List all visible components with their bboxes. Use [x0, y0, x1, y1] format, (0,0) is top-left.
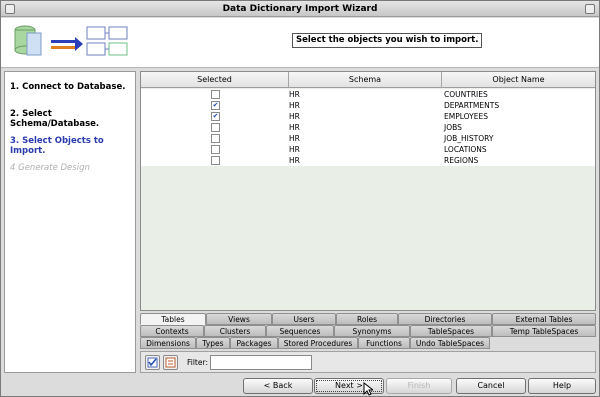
- mouse-cursor-icon: [363, 382, 373, 396]
- steps-panel: 1. Connect to Database. 2. Select Schema…: [4, 71, 136, 373]
- row-object-name: JOBS: [444, 123, 462, 132]
- row-object-name: REGIONS: [444, 156, 479, 165]
- title-bar: Data Dictionary Import Wizard: [1, 1, 599, 17]
- wizard-window: Data Dictionary Import Wizard Select the…: [0, 0, 600, 397]
- row-checkbox[interactable]: [211, 145, 220, 154]
- row-checkbox[interactable]: [211, 90, 220, 99]
- column-header-schema[interactable]: Schema: [289, 72, 442, 88]
- next-button[interactable]: Next >: [314, 378, 384, 394]
- tab-users[interactable]: Users: [272, 313, 336, 325]
- row-schema: HR: [289, 123, 300, 132]
- cancel-button[interactable]: Cancel: [456, 378, 526, 394]
- row-schema: HR: [289, 112, 300, 121]
- row-schema: HR: [289, 90, 300, 99]
- row-checkbox[interactable]: [211, 134, 220, 143]
- tab-packages[interactable]: Packages: [230, 337, 278, 349]
- tab-directories[interactable]: Directories: [398, 313, 492, 325]
- tab-views[interactable]: Views: [206, 313, 272, 325]
- filter-label: Filter:: [187, 358, 208, 367]
- table-row[interactable]: HR JOBS: [141, 122, 595, 133]
- database-to-table-import-icon: [14, 25, 128, 56]
- tab-tablespaces[interactable]: TableSpaces: [410, 325, 492, 337]
- table-header: Selected Schema Object Name: [141, 72, 595, 88]
- column-header-object-name[interactable]: Object Name: [442, 72, 595, 88]
- table-row[interactable]: HR COUNTRIES: [141, 89, 595, 100]
- row-object-name: LOCATIONS: [444, 145, 487, 154]
- tab-clusters[interactable]: Clusters: [204, 325, 266, 337]
- help-button[interactable]: Help: [528, 378, 596, 394]
- step-select-objects: 3. Select Objects to Import.: [10, 136, 104, 156]
- tab-functions[interactable]: Functions: [358, 337, 410, 349]
- table-row[interactable]: HR JOB_HISTORY: [141, 133, 595, 144]
- table-row[interactable]: HR REGIONS: [141, 155, 595, 166]
- back-button[interactable]: < Back: [243, 378, 313, 394]
- row-object-name: COUNTRIES: [444, 90, 488, 99]
- tab-external-tables[interactable]: External Tables: [492, 313, 596, 325]
- filter-input[interactable]: [210, 355, 312, 370]
- tab-types[interactable]: Types: [196, 337, 230, 349]
- row-checkbox[interactable]: ✔: [211, 101, 220, 110]
- window-menu-icon[interactable]: [5, 4, 15, 14]
- instruction-label: Select the objects you wish to import.: [292, 33, 483, 48]
- table-row[interactable]: HR LOCATIONS: [141, 144, 595, 155]
- tab-dimensions[interactable]: Dimensions: [140, 337, 196, 349]
- select-all-button[interactable]: [145, 355, 160, 370]
- tab-roles[interactable]: Roles: [336, 313, 398, 325]
- row-checkbox[interactable]: ✔: [211, 112, 220, 121]
- objects-table: Selected Schema Object Name HR COUNTRIES…: [140, 71, 596, 311]
- wizard-header: Select the objects you wish to import.: [1, 18, 599, 68]
- tab-stored-procedures[interactable]: Stored Procedures: [278, 337, 358, 349]
- tab-undo-tablespaces[interactable]: Undo TableSpaces: [410, 337, 490, 349]
- row-schema: HR: [289, 134, 300, 143]
- row-schema: HR: [289, 156, 300, 165]
- table-row[interactable]: ✔ HR DEPARTMENTS: [141, 100, 595, 111]
- select-none-icon: [165, 357, 176, 368]
- table-row[interactable]: ✔ HR EMPLOYEES: [141, 111, 595, 122]
- step-connect: 1. Connect to Database.: [10, 82, 126, 92]
- tab-synonyms[interactable]: Synonyms: [334, 325, 410, 337]
- row-schema: HR: [289, 145, 300, 154]
- tab-sequences[interactable]: Sequences: [266, 325, 334, 337]
- close-icon[interactable]: [585, 4, 595, 14]
- finish-button: Finish: [386, 378, 452, 394]
- select-none-button[interactable]: [163, 355, 178, 370]
- tab-tables[interactable]: Tables: [140, 313, 206, 325]
- row-schema: HR: [289, 101, 300, 110]
- row-checkbox[interactable]: [211, 156, 220, 165]
- row-object-name: JOB_HISTORY: [444, 134, 494, 143]
- row-object-name: DEPARTMENTS: [444, 101, 500, 110]
- step-generate-design: 4 Generate Design: [10, 163, 90, 173]
- select-all-icon: [147, 357, 158, 368]
- row-checkbox[interactable]: [211, 123, 220, 132]
- row-object-name: EMPLOYEES: [444, 112, 488, 121]
- column-header-selected[interactable]: Selected: [141, 72, 289, 88]
- tab-temp-tablespaces[interactable]: Temp TableSpaces: [492, 325, 596, 337]
- step-select-schema: 2. Select Schema/Database.: [10, 109, 100, 129]
- window-title: Data Dictionary Import Wizard: [222, 4, 378, 14]
- filter-bar: Filter:: [140, 351, 596, 373]
- tab-contexts[interactable]: Contexts: [140, 325, 204, 337]
